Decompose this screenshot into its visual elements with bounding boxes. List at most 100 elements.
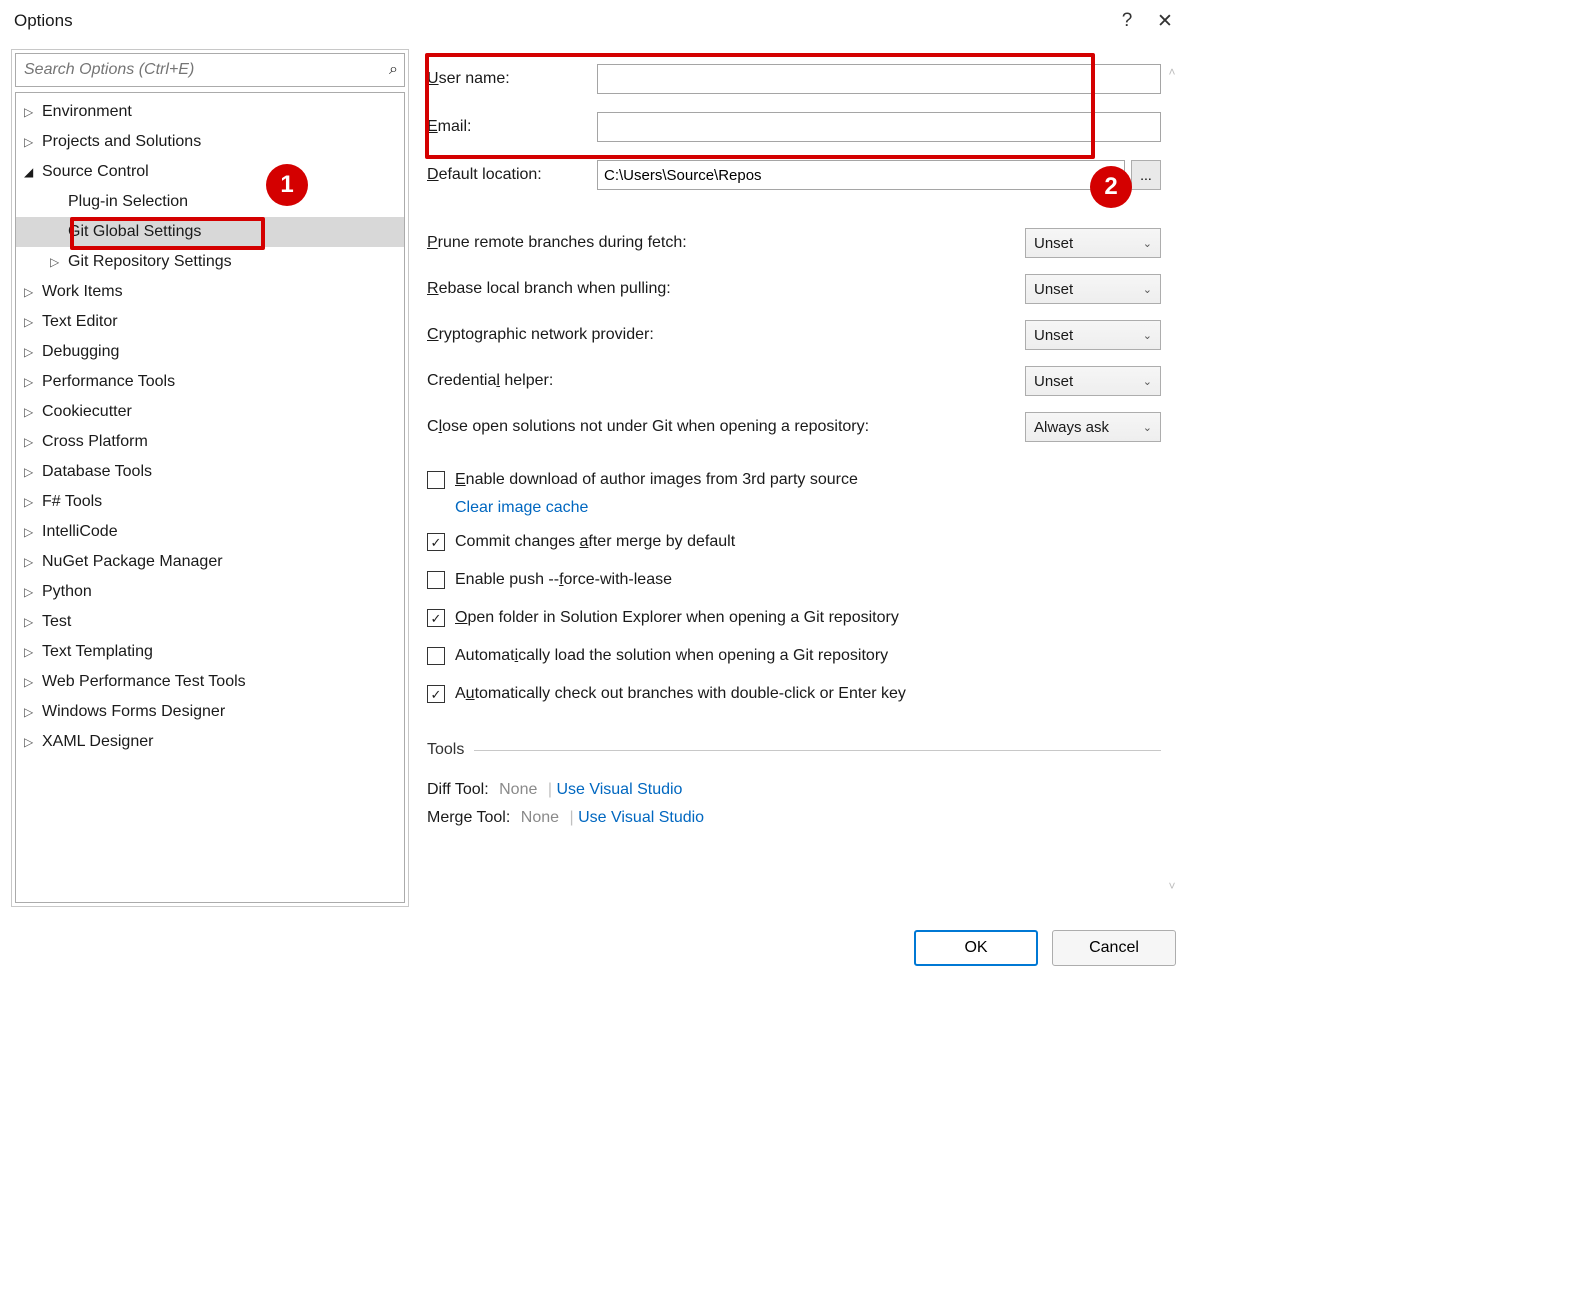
- tree-item[interactable]: ▷Windows Forms Designer: [16, 697, 404, 727]
- email-input[interactable]: [597, 112, 1161, 142]
- tree-item[interactable]: ▷Debugging: [16, 337, 404, 367]
- options-tree[interactable]: ▷Environment▷Projects and Solutions◢Sour…: [15, 92, 405, 903]
- expander-closed-icon[interactable]: ▷: [24, 495, 42, 509]
- left-panel: ⌕ ▷Environment▷Projects and Solutions◢So…: [11, 49, 409, 907]
- search-wrap: ⌕: [15, 53, 405, 87]
- expander-closed-icon[interactable]: ▷: [24, 315, 42, 329]
- scroll-down-icon[interactable]: ˅: [1168, 879, 1175, 893]
- tree-item[interactable]: ▷Performance Tools: [16, 367, 404, 397]
- push-force-checkbox[interactable]: [427, 571, 445, 589]
- auto-checkout-checkbox[interactable]: [427, 685, 445, 703]
- main-content: ⌕ ▷Environment▷Projects and Solutions◢So…: [10, 48, 1188, 908]
- rebase-combo[interactable]: Unset⌄: [1025, 274, 1161, 304]
- expander-open-icon[interactable]: ◢: [24, 165, 42, 179]
- auto-load-checkbox[interactable]: [427, 647, 445, 665]
- commit-after-merge-checkbox[interactable]: [427, 533, 445, 551]
- auto-load-label: Automatically load the solution when ope…: [455, 647, 888, 665]
- tree-item-label: Web Performance Test Tools: [42, 673, 246, 691]
- tree-item-label: Git Global Settings: [68, 223, 201, 241]
- prune-combo[interactable]: Unset⌄: [1025, 228, 1161, 258]
- default-location-label: Default location:: [427, 166, 597, 184]
- chevron-down-icon: ⌄: [1143, 283, 1152, 296]
- window-title: Options: [14, 11, 1108, 31]
- tree-item[interactable]: ▷Database Tools: [16, 457, 404, 487]
- tree-item[interactable]: Git Global Settings: [16, 217, 404, 247]
- tree-item[interactable]: ▷Text Templating: [16, 637, 404, 667]
- expander-closed-icon[interactable]: ▷: [24, 465, 42, 479]
- tree-item-label: Environment: [42, 103, 132, 121]
- browse-button[interactable]: ...: [1131, 160, 1161, 190]
- tree-item-label: XAML Designer: [42, 733, 153, 751]
- expander-closed-icon[interactable]: ▷: [24, 285, 42, 299]
- expander-closed-icon[interactable]: ▷: [24, 435, 42, 449]
- tree-item[interactable]: ▷IntelliCode: [16, 517, 404, 547]
- search-icon[interactable]: ⌕: [389, 61, 398, 79]
- tree-item[interactable]: ▷Test: [16, 607, 404, 637]
- merge-use-vs-link[interactable]: Use Visual Studio: [578, 809, 704, 826]
- close-combo[interactable]: Always ask⌄: [1025, 412, 1161, 442]
- cred-label: Credential helper:: [427, 372, 1025, 390]
- expander-closed-icon[interactable]: ▷: [24, 585, 42, 599]
- tree-item[interactable]: ▷Python: [16, 577, 404, 607]
- crypto-combo[interactable]: Unset⌄: [1025, 320, 1161, 350]
- tree-item[interactable]: Plug-in Selection: [16, 187, 404, 217]
- diff-use-vs-link[interactable]: Use Visual Studio: [556, 781, 682, 798]
- expander-closed-icon[interactable]: ▷: [24, 615, 42, 629]
- tree-item[interactable]: ▷Environment: [16, 97, 404, 127]
- tree-item-label: Plug-in Selection: [68, 193, 188, 211]
- tree-item[interactable]: ▷NuGet Package Manager: [16, 547, 404, 577]
- expander-closed-icon[interactable]: ▷: [24, 525, 42, 539]
- expander-closed-icon[interactable]: ▷: [24, 375, 42, 389]
- expander-closed-icon[interactable]: ▷: [24, 705, 42, 719]
- expander-closed-icon[interactable]: ▷: [24, 555, 42, 569]
- tools-header: Tools: [427, 741, 1161, 759]
- tree-item-label: Test: [42, 613, 71, 631]
- tree-item[interactable]: ▷Git Repository Settings: [16, 247, 404, 277]
- tree-item[interactable]: ▷Cross Platform: [16, 427, 404, 457]
- tree-item[interactable]: ◢Source Control: [16, 157, 404, 187]
- tree-item[interactable]: ▷Cookiecutter: [16, 397, 404, 427]
- tree-item-label: Projects and Solutions: [42, 133, 201, 151]
- right-panel: User name: Email: Default location: ... …: [409, 49, 1187, 907]
- default-location-input[interactable]: [597, 160, 1125, 190]
- enable-download-label: Enable download of author images from 3r…: [455, 471, 858, 489]
- prune-label: Prune remote branches during fetch:: [427, 234, 1025, 252]
- cancel-button[interactable]: Cancel: [1052, 930, 1176, 966]
- close-icon[interactable]: ✕: [1146, 10, 1184, 33]
- tree-item-label: Work Items: [42, 283, 123, 301]
- expander-closed-icon[interactable]: ▷: [50, 255, 68, 269]
- cred-combo[interactable]: Unset⌄: [1025, 366, 1161, 396]
- chevron-down-icon: ⌄: [1143, 237, 1152, 250]
- open-folder-checkbox[interactable]: [427, 609, 445, 627]
- enable-download-checkbox[interactable]: [427, 471, 445, 489]
- expander-closed-icon[interactable]: ▷: [24, 345, 42, 359]
- tree-item-label: Database Tools: [42, 463, 152, 481]
- clear-image-cache-link[interactable]: Clear image cache: [455, 499, 1161, 523]
- scroll-up-icon[interactable]: ˄: [1168, 65, 1175, 79]
- open-folder-label: Open folder in Solution Explorer when op…: [455, 609, 899, 627]
- expander-closed-icon[interactable]: ▷: [24, 105, 42, 119]
- tree-item[interactable]: ▷Text Editor: [16, 307, 404, 337]
- tree-item-label: Performance Tools: [42, 373, 175, 391]
- tree-item[interactable]: ▷F# Tools: [16, 487, 404, 517]
- expander-closed-icon[interactable]: ▷: [24, 675, 42, 689]
- expander-closed-icon[interactable]: ▷: [24, 735, 42, 749]
- expander-closed-icon[interactable]: ▷: [24, 405, 42, 419]
- tree-item[interactable]: ▷Web Performance Test Tools: [16, 667, 404, 697]
- email-label: Email:: [427, 118, 597, 136]
- close-label: Close open solutions not under Git when …: [427, 418, 1025, 436]
- chevron-down-icon: ⌄: [1143, 329, 1152, 342]
- tree-item[interactable]: ▷XAML Designer: [16, 727, 404, 757]
- tree-item[interactable]: ▷Projects and Solutions: [16, 127, 404, 157]
- tree-item[interactable]: ▷Work Items: [16, 277, 404, 307]
- scrollbar[interactable]: ˄ ˅: [1161, 61, 1183, 897]
- search-input[interactable]: [24, 61, 389, 79]
- ok-button[interactable]: OK: [914, 930, 1038, 966]
- push-force-label: Enable push --force-with-lease: [455, 571, 672, 589]
- expander-closed-icon[interactable]: ▷: [24, 645, 42, 659]
- username-input[interactable]: [597, 64, 1161, 94]
- tree-item-label: Text Templating: [42, 643, 153, 661]
- expander-closed-icon[interactable]: ▷: [24, 135, 42, 149]
- help-icon[interactable]: ?: [1108, 10, 1146, 32]
- chevron-down-icon: ⌄: [1143, 421, 1152, 434]
